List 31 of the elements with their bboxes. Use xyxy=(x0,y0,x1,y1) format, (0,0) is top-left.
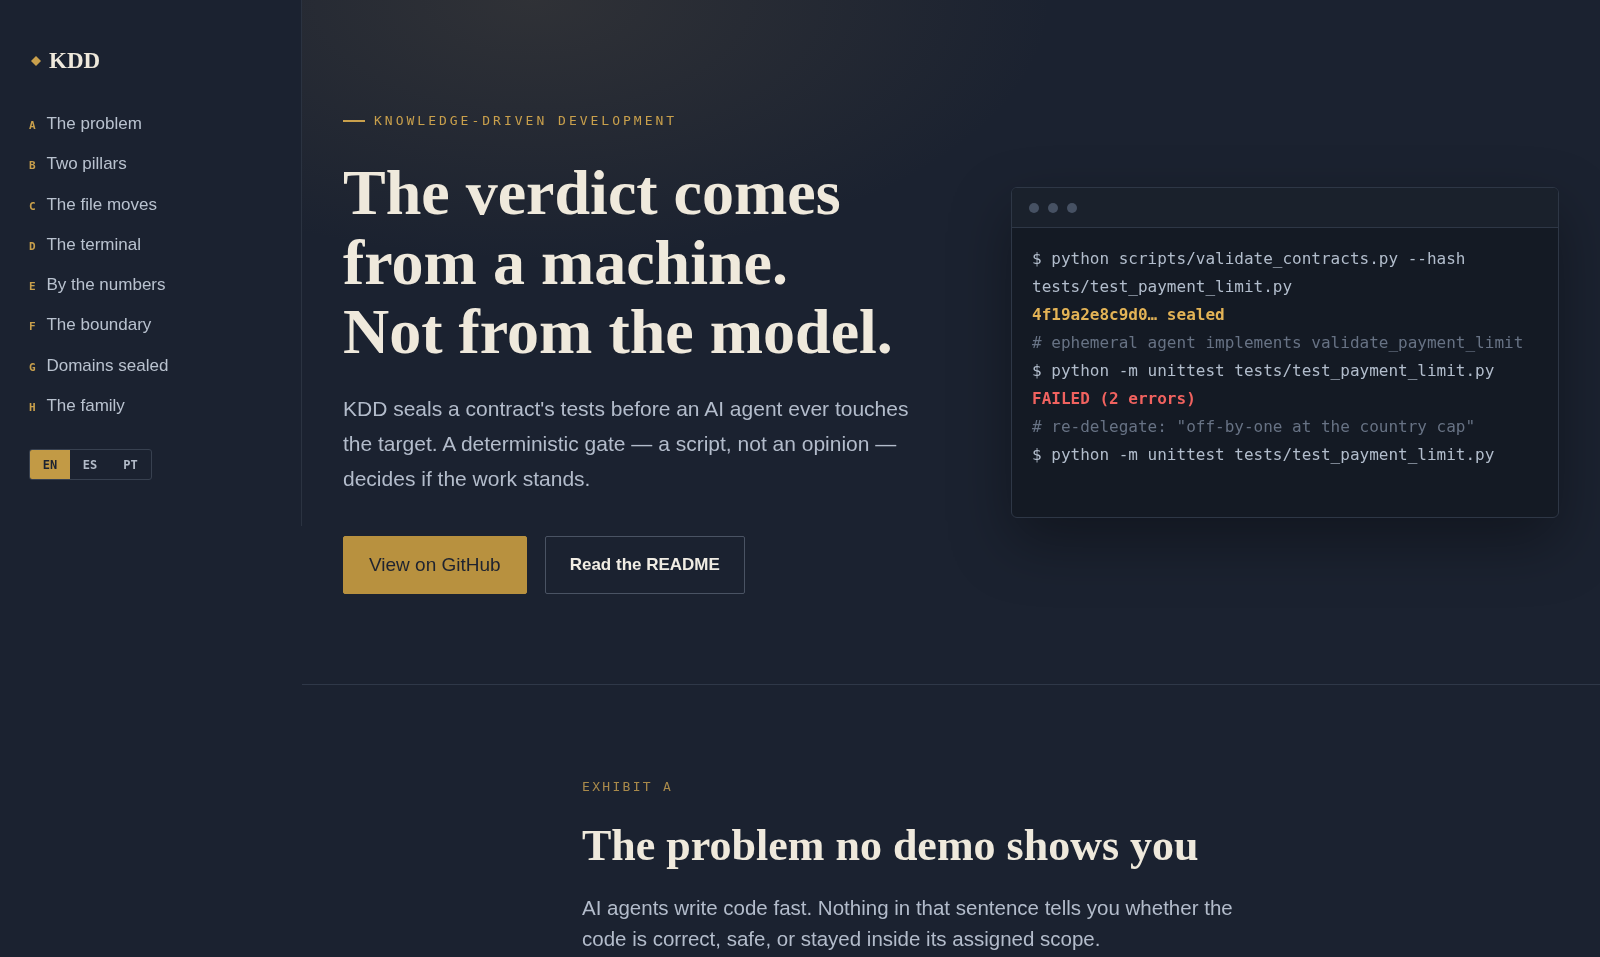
section-title: The problem no demo shows you xyxy=(582,820,1199,872)
hero-eyebrow: KNOWLEDGE-DRIVEN DEVELOPMENT xyxy=(374,113,678,129)
terminal-comment: # ephemeral agent implements validate_payment_limit xyxy=(1032,332,1525,354)
section-body: AI agents write code fast. Nothing in that sentence tells you whether the code is correct, safe, or stayed inside its assigned scope. xyxy=(582,895,1234,952)
hero-lede: KDD seals a contract's tests before an AI agent ever touches the target. A deterministic gate — a script, not an opinion — decides if the work stands. xyxy=(343,395,910,492)
nav-link[interactable]: A The problem xyxy=(29,104,142,145)
readme-button[interactable]: Read the README xyxy=(544,535,745,594)
github-button[interactable]: View on GitHub xyxy=(343,535,527,594)
hero-title-line: The verdict comes xyxy=(343,158,841,228)
logo-text: KDD xyxy=(49,47,101,75)
language-button[interactable]: EN xyxy=(30,450,70,480)
language-button[interactable]: PT xyxy=(110,450,151,480)
nav-link[interactable]: F The boundary xyxy=(29,305,152,346)
language-button[interactable]: ES xyxy=(70,450,110,480)
nav-link[interactable]: B Two pillars xyxy=(29,144,127,185)
terminal-command: $ python -m unittest tests/test_payment_limit.py xyxy=(1032,444,1496,466)
terminal-comment: # re-delegate: "off-by-one at the country cap" xyxy=(1032,416,1477,438)
hero-title-line: from a machine. xyxy=(343,227,788,297)
terminal-output: 4f19a2e8c9d0… sealed xyxy=(1032,304,1226,326)
window-dots-icon xyxy=(1029,202,1077,213)
nav-link[interactable]: D The terminal xyxy=(29,224,141,266)
diamond-icon xyxy=(31,56,41,66)
hero-title-line: Not from the model. xyxy=(343,297,893,367)
section-eyebrow: EXHIBIT A xyxy=(582,779,674,795)
nav-link[interactable]: E By the numbers xyxy=(29,265,166,306)
nav-link[interactable]: G Domains sealed xyxy=(29,345,169,387)
terminal-output: FAILED (2 errors) xyxy=(1032,388,1197,410)
terminal-command: $ python -m unittest tests/test_payment_limit.py xyxy=(1032,360,1496,382)
nav-link[interactable]: C The file moves xyxy=(29,184,157,225)
terminal-command: $ python scripts/validate_contracts.py --hash tests/test_payment_limit.py xyxy=(1032,248,1467,298)
nav-link[interactable]: H The family xyxy=(29,386,125,427)
